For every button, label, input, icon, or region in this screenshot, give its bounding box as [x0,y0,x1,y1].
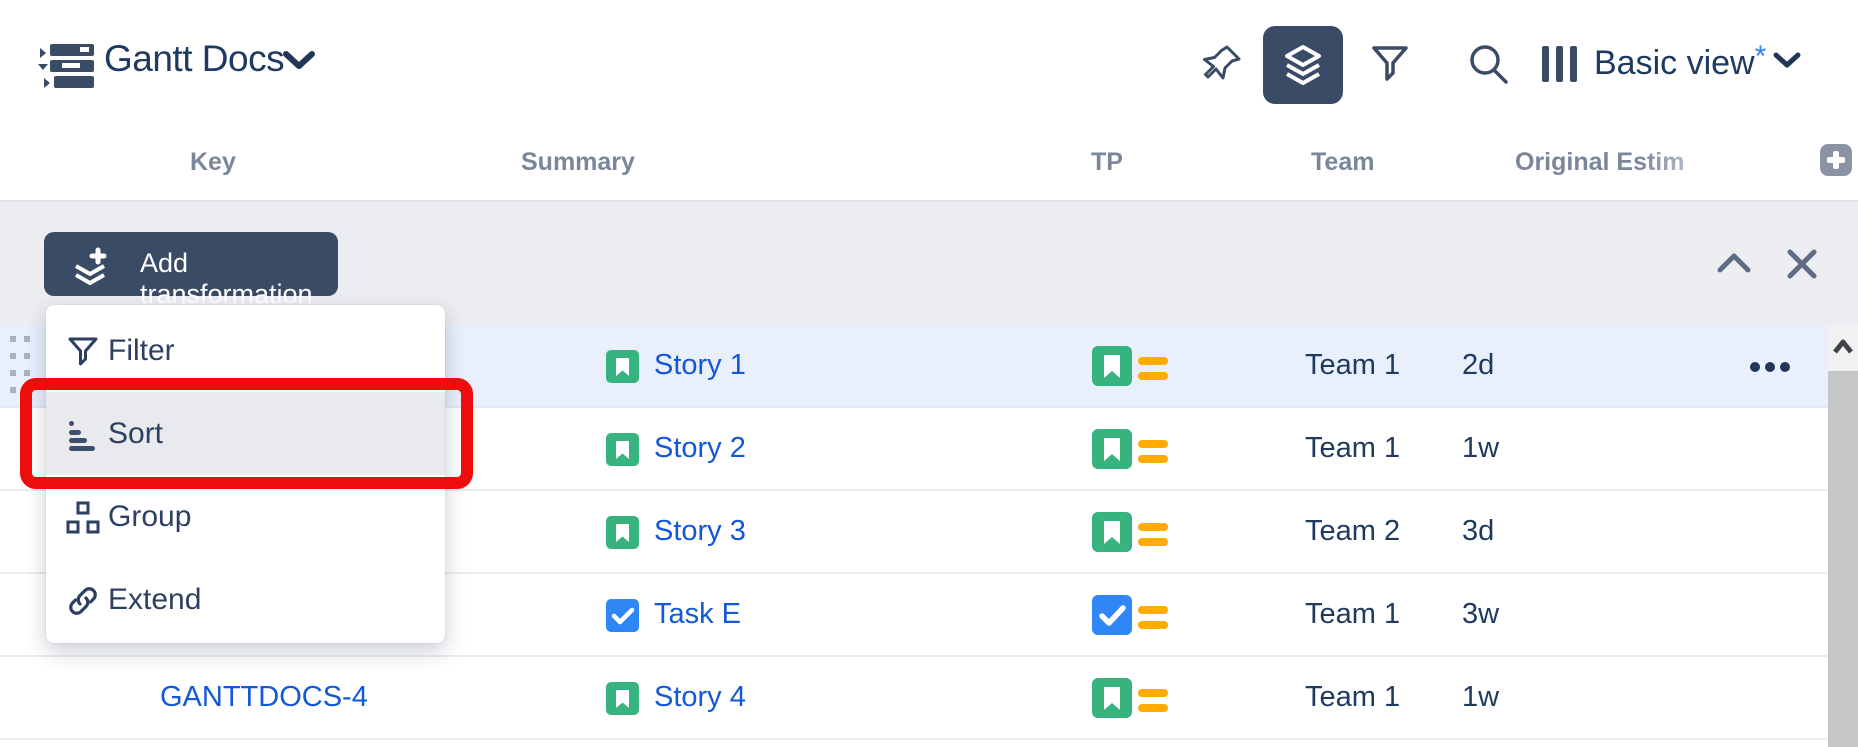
team-cell: Team 1 [1305,349,1400,382]
estimate-cell: 2d [1462,349,1494,382]
menu-item-label: Extend [108,583,201,617]
menu-item-group[interactable]: Group [46,475,445,558]
issue-key-link[interactable]: GANTTDOCS-4 [160,681,368,714]
row-actions-ellipsis-icon[interactable] [1750,361,1794,373]
team-cell: Team 1 [1305,681,1400,714]
issue-summary-link[interactable]: Story 1 [654,349,746,382]
scrollbar-thumb[interactable] [1828,371,1858,747]
issue-summary-link[interactable]: Task E [654,598,741,631]
link-icon [66,584,100,618]
tp-story-icon [1092,429,1132,469]
structure-logo-icon [36,42,98,92]
menu-item-label: Filter [108,334,175,368]
story-type-icon [606,433,639,466]
table-row[interactable]: GANTTDOCS-4 Story 4 Team 1 1w [0,657,1828,740]
issue-summary-link[interactable]: Story 3 [654,515,746,548]
story-type-icon [606,516,639,549]
sort-bars-icon [66,418,100,452]
filter-funnel-icon [66,335,100,369]
menu-item-label: Sort [108,417,163,451]
columns-icon[interactable] [1540,44,1582,84]
transformations-toggle-button[interactable] [1263,26,1343,104]
estimate-cell: 1w [1462,432,1499,465]
column-header-team[interactable]: Team [1311,148,1374,177]
column-header-key[interactable]: Key [190,148,236,177]
issue-summary-link[interactable]: Story 4 [654,681,746,714]
column-header-tp[interactable]: TP [1091,148,1123,177]
add-layers-icon [70,244,122,288]
page-title: Gantt Docs [104,38,284,80]
tp-story-icon [1092,678,1132,718]
tp-story-icon [1092,512,1132,552]
issue-summary-link[interactable]: Story 2 [654,432,746,465]
estimate-cell: 1w [1462,681,1499,714]
tp-task-icon [1092,595,1132,635]
menu-item-label: Group [108,500,191,534]
table-column-header: Key Summary TP Team Original Estim [0,130,1858,202]
add-transformation-label: Add transformation [140,248,338,310]
add-column-button[interactable] [1820,144,1852,176]
view-selector[interactable]: Basic view* [1594,40,1766,83]
collapse-chevron-up-icon[interactable] [1712,242,1756,286]
structure-gantt-app: Gantt Docs Basic view* [0,0,1858,747]
title-chevron-down-icon[interactable] [282,48,316,74]
row-drag-handle-icon[interactable] [10,336,36,396]
vertical-scrollbar[interactable] [1828,325,1858,747]
view-modified-marker: * [1755,40,1767,73]
task-type-icon [606,599,639,632]
menu-item-filter[interactable]: Filter [46,309,445,392]
filter-funnel-icon[interactable] [1366,40,1414,88]
team-cell: Team 1 [1305,432,1400,465]
estimate-cell: 3w [1462,598,1499,631]
scrollbar-up-button[interactable] [1828,325,1858,371]
menu-item-sort[interactable]: Sort [46,392,445,475]
story-type-icon [606,350,639,383]
group-squares-icon [66,501,100,535]
view-chevron-down-icon[interactable] [1772,50,1802,72]
tp-story-icon [1092,346,1132,386]
menu-item-extend[interactable]: Extend [46,558,445,641]
view-name-label: Basic view [1594,44,1755,82]
scroll-up-arrow-icon [1828,325,1858,371]
team-cell: Team 2 [1305,515,1400,548]
add-transformation-menu: Filter Sort Group Extend [46,305,445,643]
add-transformation-button[interactable]: Add transformation [44,232,338,296]
layers-icon [1279,41,1327,89]
close-x-icon[interactable] [1780,242,1824,286]
estimate-cell: 3d [1462,515,1494,548]
column-header-fade [1640,130,1780,200]
top-toolbar: Gantt Docs Basic view* [0,0,1858,130]
column-header-summary[interactable]: Summary [521,148,635,177]
story-type-icon [606,682,639,715]
team-cell: Team 1 [1305,598,1400,631]
search-icon[interactable] [1464,40,1512,88]
pin-icon[interactable] [1198,40,1246,88]
